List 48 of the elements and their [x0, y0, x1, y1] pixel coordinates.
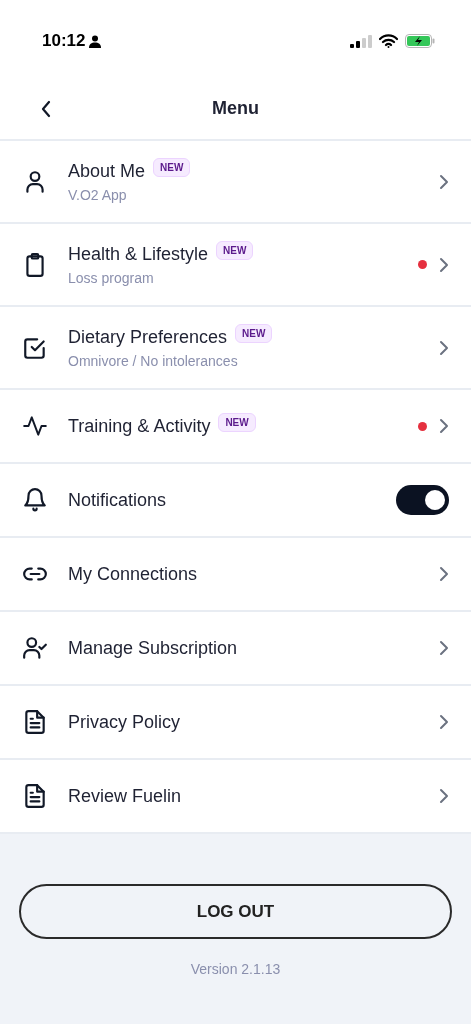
toggle-switch[interactable] [396, 485, 449, 515]
chevron-right-icon [439, 339, 449, 356]
menu-item-label: Notifications [68, 488, 167, 512]
menu-row[interactable]: Manage Subscription [0, 612, 471, 686]
menu-item-subtitle: Omnivore / No intolerances [68, 351, 239, 371]
chevron-right-icon [439, 788, 449, 804]
menu-item-label: Health & Lifestyle [68, 242, 209, 266]
menu-item-subtitle: V.O2 App [68, 185, 128, 205]
menu-row[interactable]: Health & Lifestyle NEW Loss program [0, 224, 471, 307]
menu-row[interactable]: Review Fuelin [0, 760, 471, 834]
person-icon [89, 34, 102, 48]
document-icon [22, 783, 48, 809]
battery-icon [405, 34, 435, 48]
chevron-right-icon [439, 418, 449, 434]
menu-item-label: About Me [68, 159, 146, 183]
pulse-icon [22, 413, 48, 439]
wifi-icon [379, 34, 398, 48]
menu-item-label: Training & Activity [68, 414, 211, 438]
menu-row[interactable]: Training & Activity NEW [0, 390, 471, 464]
new-badge: NEW [216, 240, 254, 260]
menu-row[interactable]: About Me NEW V.O2 App [0, 141, 471, 224]
new-badge: NEW [153, 157, 191, 177]
chevron-left-icon [40, 99, 52, 118]
document-icon [22, 709, 48, 735]
menu-row[interactable]: Dietary Preferences NEW Omnivore / No intolerances [0, 307, 471, 390]
logout-button[interactable]: LOG OUT [19, 884, 452, 939]
menu-row[interactable]: My Connections [0, 538, 471, 612]
status-time: 10:12 [42, 30, 86, 53]
chevron-right-icon [439, 640, 449, 656]
menu-item-label: My Connections [68, 562, 198, 586]
menu-row[interactable]: Privacy Policy [0, 686, 471, 760]
menu-item-label: Review Fuelin [68, 784, 182, 808]
chevron-right-icon [439, 566, 449, 582]
chevron-right-icon [439, 714, 449, 730]
menu-item-label: Manage Subscription [68, 636, 238, 660]
menu-item-subtitle: Loss program [68, 268, 155, 288]
chevron-right-icon [439, 173, 449, 190]
new-badge: NEW [235, 323, 273, 343]
menu-row[interactable]: Notifications [0, 464, 471, 538]
chevron-right-icon [439, 256, 449, 273]
menu-item-label: Dietary Preferences [68, 325, 228, 349]
person-check-icon [22, 635, 48, 661]
signal-icon [350, 34, 372, 48]
header-title: Menu [212, 97, 259, 120]
version-text: Version 2.1.13 [190, 960, 281, 979]
bell-icon [22, 487, 48, 513]
new-badge: NEW [218, 412, 256, 432]
menu-item-label: Privacy Policy [68, 710, 181, 734]
